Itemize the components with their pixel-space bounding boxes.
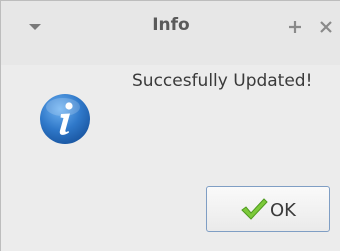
title-bar[interactable]: Info bbox=[1, 1, 340, 65]
window-menu-button[interactable] bbox=[23, 15, 47, 39]
info-dialog: Info Succesfully Updated! OK bbox=[0, 0, 340, 251]
ok-button-label: OK bbox=[270, 199, 296, 221]
status-message: Succesfully Updated! bbox=[132, 71, 313, 91]
dialog-content: Succesfully Updated! OK bbox=[1, 65, 340, 251]
close-icon bbox=[320, 21, 332, 33]
info-icon bbox=[40, 94, 90, 144]
maximize-button[interactable] bbox=[283, 15, 307, 39]
close-button[interactable] bbox=[314, 15, 338, 39]
ok-button[interactable]: OK bbox=[206, 186, 330, 232]
checkmark-icon bbox=[241, 198, 268, 220]
chevron-down-icon bbox=[29, 24, 41, 30]
plus-icon bbox=[289, 21, 301, 33]
